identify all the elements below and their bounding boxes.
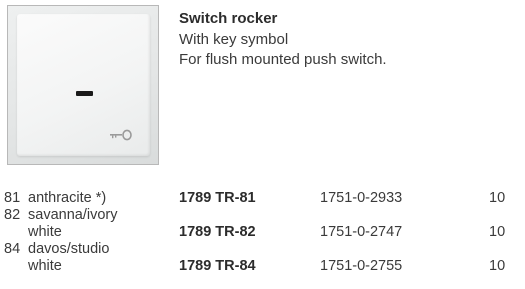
type-number: 1789 TR-81 [179,190,256,206]
type-number: 1789 TR-82 [179,224,256,240]
pack-quantity: 10 [489,258,506,274]
pack-quantity: 10 [489,224,506,240]
color-name-continuation: white [28,258,62,274]
product-description-line: For flush mounted push switch. [179,51,387,68]
product-description-line: With key symbol [179,31,289,48]
color-name-continuation: white [28,224,62,240]
indicator-window [76,91,93,96]
color-code: 84 [4,241,21,257]
color-code: 82 [4,207,21,223]
key-icon [110,129,132,141]
order-number: 1751-0-2755 [320,258,403,274]
switch-rocker-illustration [17,14,150,156]
order-number: 1751-0-2747 [320,224,403,240]
order-number: 1751-0-2933 [320,190,403,206]
type-number: 1789 TR-84 [179,258,256,274]
pack-quantity: 10 [489,190,506,206]
color-name: savanna/ivory [28,207,118,223]
color-code: 81 [4,190,21,206]
color-name: anthracite *) [28,190,107,206]
product-title: Switch rocker [179,10,278,27]
color-name: davos/studio [28,241,110,257]
product-image [7,5,159,165]
